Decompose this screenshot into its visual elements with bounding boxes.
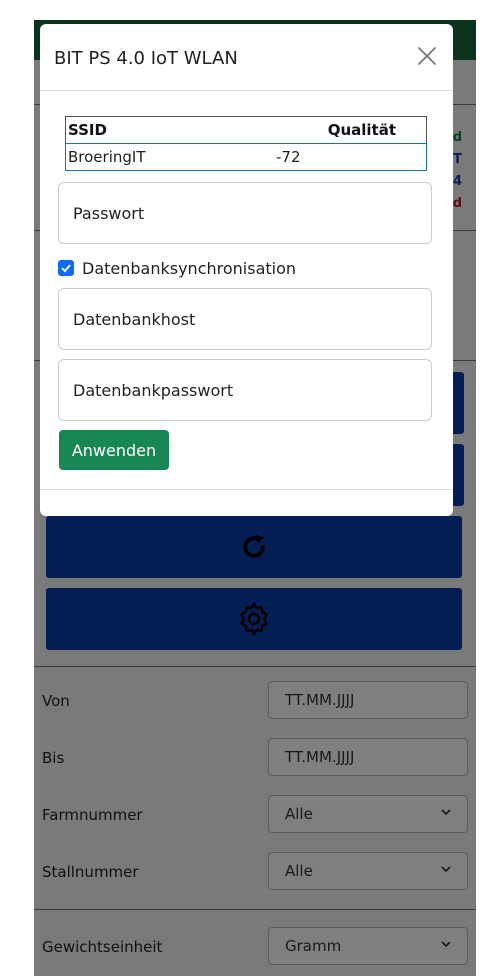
db-sync-label: Datenbanksynchronisation xyxy=(82,258,297,278)
password-input[interactable]: Passwort xyxy=(58,182,432,244)
password-placeholder: Passwort xyxy=(73,203,145,223)
quality-cell: -72 xyxy=(276,148,301,166)
header-quality: Qualität xyxy=(327,121,396,139)
modal-title: BIT PS 4.0 IoT WLAN xyxy=(54,48,238,69)
db-sync-row[interactable]: Datenbanksynchronisation xyxy=(58,257,296,279)
header-ssid: SSID xyxy=(68,121,107,139)
db-password-input[interactable]: Datenbankpasswort xyxy=(58,359,432,421)
db-password-placeholder: Datenbankpasswort xyxy=(73,380,234,400)
close-icon[interactable] xyxy=(417,46,437,66)
table-row[interactable]: BroeringIT -72 xyxy=(65,143,427,171)
db-host-input[interactable]: Datenbankhost xyxy=(58,288,432,350)
db-host-placeholder: Datenbankhost xyxy=(73,309,196,329)
wlan-modal: BIT PS 4.0 IoT WLAN SSID Qualität Broeri… xyxy=(40,24,453,516)
modal-header: BIT PS 4.0 IoT WLAN xyxy=(40,24,453,91)
apply-button[interactable]: Anwenden xyxy=(59,430,169,470)
wifi-table: SSID Qualität BroeringIT -72 xyxy=(65,116,427,171)
ssid-cell: BroeringIT xyxy=(68,148,146,166)
modal-footer-divider xyxy=(40,489,453,490)
checkmark-icon xyxy=(61,264,71,273)
wifi-table-header: SSID Qualität xyxy=(66,117,426,144)
db-sync-checkbox[interactable] xyxy=(58,260,74,276)
